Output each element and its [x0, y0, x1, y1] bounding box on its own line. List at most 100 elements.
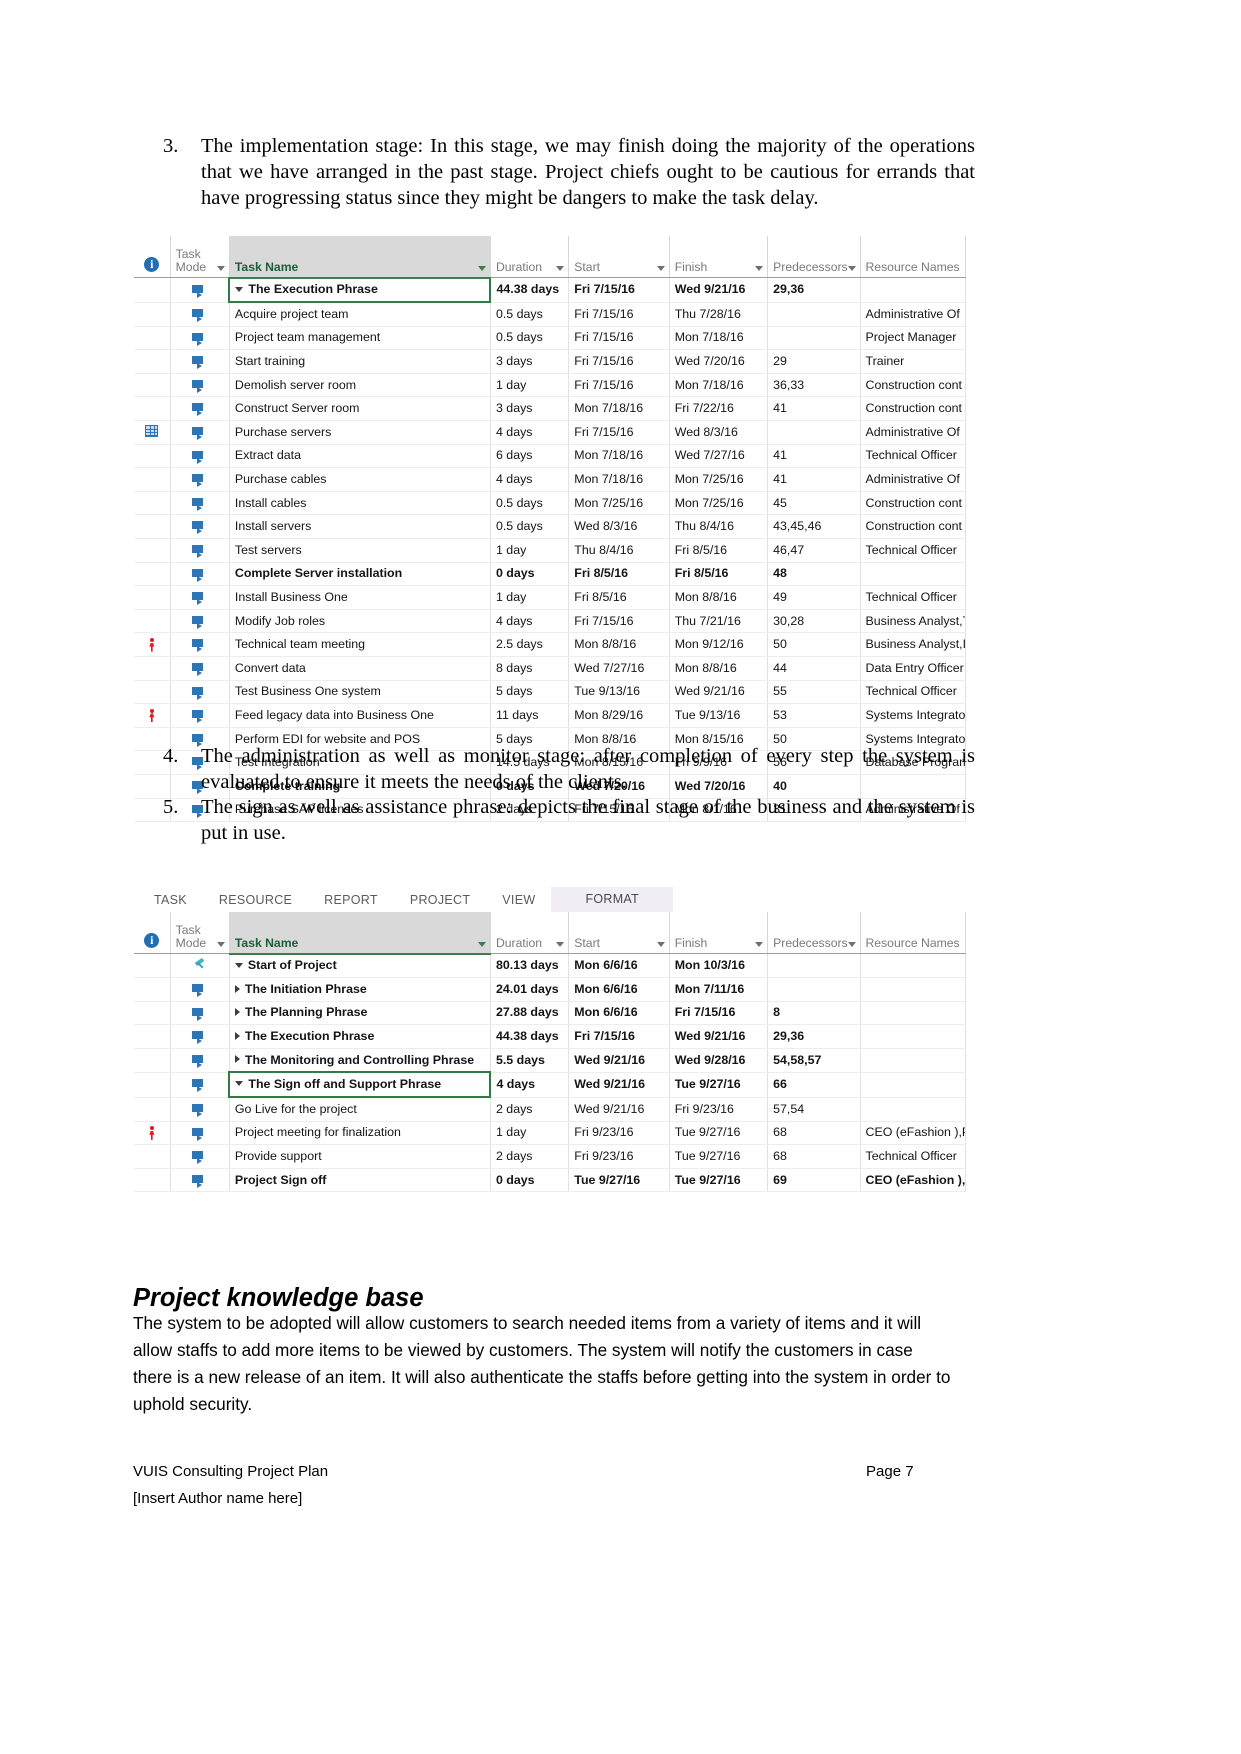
row-finish-cell[interactable]: Fri 8/5/16 — [669, 562, 769, 587]
table-row[interactable]: Project Sign off 0 days Tue 9/27/16 Tue 9/2… — [134, 1168, 966, 1193]
table-row[interactable]: The Execution Phrase 44.38 days Fri 7/15/1… — [134, 276, 966, 304]
ribbon-tab-view[interactable]: VIEW — [486, 889, 551, 912]
row-duration-cell[interactable]: 2 days — [490, 1097, 570, 1122]
row-task-name-cell[interactable]: Test servers — [229, 538, 491, 563]
row-finish-cell[interactable]: Fri 9/23/16 — [669, 1097, 769, 1122]
project-task-table[interactable]: i Task Mode Task Name Duration Start Fin… — [134, 236, 966, 823]
column-header-resource-names[interactable]: Resource Names — [860, 912, 966, 954]
auto-schedule-icon[interactable] — [192, 545, 207, 559]
row-finish-cell[interactable]: Mon 7/11/16 — [669, 977, 769, 1002]
row-task-mode-cell[interactable] — [170, 491, 230, 516]
ribbon-tab-report[interactable]: REPORT — [308, 889, 394, 912]
row-predecessors-cell[interactable] — [767, 326, 861, 351]
row-task-name-cell[interactable]: Provide support — [229, 1144, 491, 1169]
auto-schedule-icon[interactable] — [192, 1031, 207, 1045]
row-duration-cell[interactable]: 80.13 days — [490, 953, 570, 979]
table-row[interactable]: The Sign off and Support Phrase 4 days Wed… — [134, 1071, 966, 1099]
row-task-name-cell[interactable]: Acquire project team — [229, 302, 491, 327]
ribbon-tab-resource[interactable]: RESOURCE — [203, 889, 308, 912]
row-finish-cell[interactable]: Wed 8/3/16 — [669, 420, 769, 445]
row-resources-cell[interactable]: Administrative Of — [860, 420, 966, 445]
row-duration-cell[interactable]: 0 days — [490, 1168, 570, 1193]
row-task-mode-cell[interactable] — [170, 396, 230, 422]
table-row[interactable]: Convert data 8 days Wed 7/27/16 Mon 8/8/16 4… — [134, 656, 966, 681]
row-duration-cell[interactable]: 0.5 days — [490, 491, 570, 516]
row-resources-cell[interactable] — [860, 977, 966, 1002]
row-resources-cell[interactable]: Technical Officer — [860, 680, 966, 705]
row-start-cell[interactable]: Fri 9/23/16 — [568, 1121, 670, 1146]
row-task-mode-cell[interactable] — [170, 953, 230, 979]
row-task-mode-cell[interactable] — [170, 1048, 230, 1073]
row-task-name-cell[interactable]: Project meeting for finalization — [229, 1121, 491, 1146]
row-resources-cell[interactable] — [860, 562, 966, 587]
row-task-mode-cell[interactable] — [170, 467, 230, 492]
row-resources-cell[interactable] — [860, 1048, 966, 1073]
auto-schedule-icon[interactable] — [192, 568, 207, 582]
table-row[interactable]: Install Business One 1 day Fri 8/5/16 Mon 8… — [134, 585, 966, 610]
row-start-cell[interactable]: Mon 7/25/16 — [568, 491, 670, 516]
ms-project-table-overview[interactable]: TASK RESOURCE REPORT PROJECT VIEW FORMAT… — [134, 886, 966, 1193]
row-duration-cell[interactable]: 3 days — [490, 349, 570, 374]
row-finish-cell[interactable]: Tue 9/27/16 — [669, 1072, 769, 1098]
row-task-name-cell[interactable]: The Planning Phrase — [229, 1001, 491, 1026]
expand-triangle-icon[interactable] — [234, 1055, 240, 1064]
row-start-cell[interactable]: Mon 7/18/16 — [568, 396, 670, 422]
auto-schedule-icon[interactable] — [192, 1079, 207, 1093]
row-duration-cell[interactable]: 1 day — [490, 585, 570, 610]
table-row[interactable]: Start of Project 80.13 days Mon 6/6/16 Mon … — [134, 953, 966, 979]
row-duration-cell[interactable]: 4 days — [490, 1072, 570, 1098]
row-task-mode-cell[interactable] — [170, 1024, 230, 1049]
row-start-cell[interactable]: Mon 6/6/16 — [568, 977, 670, 1002]
row-duration-cell[interactable]: 1 day — [490, 538, 570, 563]
row-start-cell[interactable]: Tue 9/13/16 — [568, 680, 670, 705]
table-row[interactable]: Construct Server room 3 days Mon 7/18/16 Fr… — [134, 396, 966, 422]
table-row[interactable]: Go Live for the project 2 days Wed 9/21/16… — [134, 1097, 966, 1122]
row-indicator-cell[interactable] — [134, 656, 171, 681]
row-task-mode-cell[interactable] — [170, 1144, 230, 1169]
chevron-down-icon[interactable] — [656, 266, 665, 271]
row-predecessors-cell[interactable] — [767, 953, 861, 979]
row-task-name-cell[interactable]: The Initiation Phrase — [229, 977, 491, 1002]
person-icon[interactable] — [147, 638, 156, 652]
table-row[interactable]: Test Business One system 5 days Tue 9/13/1… — [134, 680, 966, 705]
table-row[interactable]: Complete Server installation 0 days Fri 8/… — [134, 562, 966, 587]
row-task-mode-cell[interactable] — [170, 977, 230, 1002]
row-start-cell[interactable]: Mon 7/18/16 — [568, 467, 670, 492]
row-duration-cell[interactable]: 44.38 days — [490, 277, 570, 303]
row-duration-cell[interactable]: 1 day — [490, 1121, 570, 1146]
row-indicator-cell[interactable] — [134, 609, 171, 634]
row-duration-cell[interactable]: 4 days — [490, 609, 570, 634]
row-task-name-cell[interactable]: Install servers — [229, 514, 491, 540]
row-task-name-cell[interactable]: Start training — [229, 349, 491, 374]
row-start-cell[interactable]: Wed 9/21/16 — [568, 1097, 670, 1122]
row-task-mode-cell[interactable] — [170, 514, 230, 540]
auto-schedule-icon[interactable] — [192, 450, 207, 464]
row-finish-cell[interactable]: Mon 7/25/16 — [669, 491, 769, 516]
row-finish-cell[interactable]: Mon 7/18/16 — [669, 373, 769, 398]
row-duration-cell[interactable]: 27.88 days — [490, 1001, 570, 1026]
row-predecessors-cell[interactable]: 49 — [767, 585, 861, 610]
row-task-mode-cell[interactable] — [170, 277, 230, 303]
row-start-cell[interactable]: Wed 8/3/16 — [568, 514, 670, 540]
auto-schedule-icon[interactable] — [192, 356, 207, 370]
row-task-name-cell[interactable]: Demolish server room — [229, 373, 491, 398]
table-row[interactable]: Start training 3 days Fri 7/15/16 Wed 7/20/… — [134, 349, 966, 374]
auto-schedule-icon[interactable] — [192, 686, 207, 700]
row-task-mode-cell[interactable] — [170, 609, 230, 634]
row-task-mode-cell[interactable] — [170, 703, 230, 728]
table-row[interactable]: Technical team meeting 2.5 days Mon 8/8/16… — [134, 632, 966, 657]
row-predecessors-cell[interactable]: 68 — [767, 1144, 861, 1169]
auto-schedule-icon[interactable] — [192, 403, 207, 417]
auto-schedule-icon[interactable] — [192, 1103, 207, 1117]
row-task-name-cell[interactable]: Project Sign off — [229, 1168, 491, 1193]
row-finish-cell[interactable]: Fri 7/15/16 — [669, 1001, 769, 1026]
row-task-name-cell[interactable]: The Sign off and Support Phrase — [228, 1071, 492, 1099]
auto-schedule-icon[interactable] — [192, 1151, 207, 1165]
row-start-cell[interactable]: Fri 7/15/16 — [568, 349, 670, 374]
row-task-mode-cell[interactable] — [170, 562, 230, 587]
row-task-mode-cell[interactable] — [170, 538, 230, 563]
row-resources-cell[interactable]: Administrative Of — [860, 302, 966, 327]
row-finish-cell[interactable]: Mon 10/3/16 — [669, 953, 769, 979]
row-resources-cell[interactable]: Construction cont — [860, 396, 966, 422]
row-resources-cell[interactable] — [860, 953, 966, 979]
